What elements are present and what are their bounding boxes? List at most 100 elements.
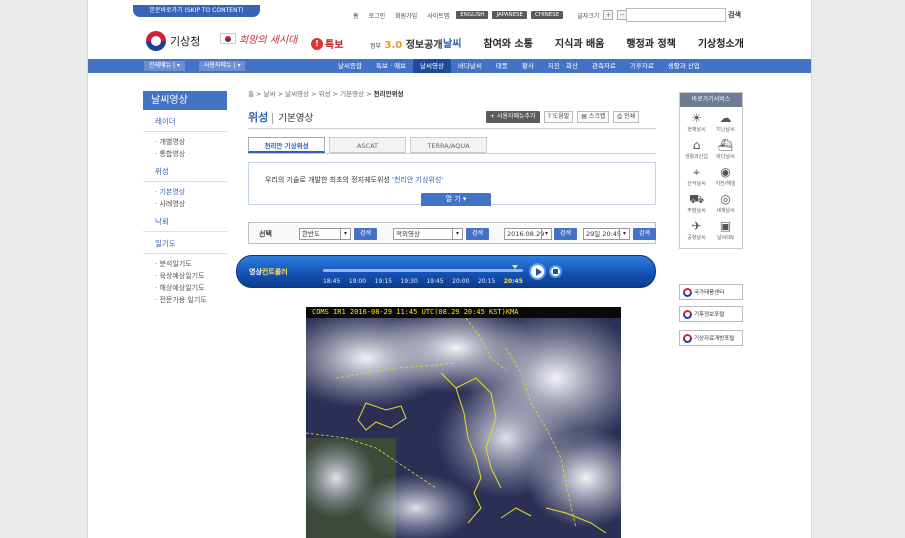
timeline-tick[interactable]: 20:15 bbox=[478, 278, 495, 285]
quick-service-item[interactable]: ✈ 공항날씨 bbox=[682, 219, 711, 246]
quick-service-item[interactable]: ⌖ 산악날씨 bbox=[682, 165, 711, 192]
left-nav-section[interactable]: 위성 bbox=[143, 160, 227, 182]
left-nav-section[interactable]: 레이더 bbox=[143, 110, 227, 132]
sitemap-link[interactable]: 사이트맵 bbox=[424, 11, 452, 20]
quick-service-item[interactable]: ⌂ 생활과산업 bbox=[682, 138, 711, 165]
gnb-weather[interactable]: 날씨 bbox=[443, 35, 461, 50]
timeline-tick[interactable]: 19:30 bbox=[400, 278, 417, 285]
tab-2[interactable]: TERRA/AQUA bbox=[410, 137, 487, 153]
left-nav-section[interactable]: 일기도 bbox=[143, 232, 227, 254]
sub-nav-item[interactable]: 지진 · 화산 bbox=[541, 59, 585, 73]
intro-open-button[interactable]: 열 기 ▾ bbox=[421, 193, 491, 206]
climate-portal-banner[interactable]: 기후정보포털 bbox=[679, 306, 743, 322]
timeline-tick[interactable]: 19:00 bbox=[349, 278, 366, 285]
search-input[interactable] bbox=[626, 8, 726, 22]
user-menu-button[interactable]: 사용자메뉴 | ▾ bbox=[199, 61, 246, 71]
sub-nav-item[interactable]: 날씨종합 bbox=[331, 59, 369, 73]
timeline-tick[interactable]: 20:00 bbox=[452, 278, 469, 285]
kma-logo[interactable]: 기상청 bbox=[146, 31, 200, 51]
quick-service-item[interactable]: ◎ 세계날씨 bbox=[711, 192, 740, 219]
left-nav-item[interactable]: · 육상예상일기도 bbox=[143, 270, 227, 282]
region-select[interactable]: 한반도 ▾ bbox=[299, 228, 351, 240]
breadcrumb-current: 천리안위성 bbox=[373, 90, 404, 98]
satellite-caption: COMS IR1 2016-08-29 11:45 UTC(08.29 20:4… bbox=[306, 307, 621, 318]
open-data-portal-banner[interactable]: 기상자료개방포털 bbox=[679, 330, 743, 346]
sub-nav-item[interactable]: 날씨영상 bbox=[413, 59, 451, 73]
lang-japanese[interactable]: JAPANESE bbox=[492, 11, 528, 19]
quick-service-item[interactable]: ☀ 현재날씨 bbox=[682, 111, 711, 138]
quick-service-label: 세계날씨 bbox=[716, 208, 735, 214]
all-menu-button[interactable]: 전체메뉴 | ▾ bbox=[144, 61, 185, 71]
content-tabs: 천리안 기상위성 ASCAT TERRA/AQUA bbox=[248, 137, 491, 153]
left-nav-item[interactable]: · 분석일기도 bbox=[143, 258, 227, 270]
home-link[interactable]: 홈 bbox=[350, 11, 362, 20]
signup-link[interactable]: 회원가입 bbox=[392, 11, 420, 20]
timeline-tick[interactable]: 19:45 bbox=[426, 278, 443, 285]
left-nav-item[interactable]: · 사례영상 bbox=[143, 198, 227, 210]
date-select[interactable]: 2016.08.29 ▾ bbox=[504, 228, 552, 240]
weather-alert-link[interactable]: ! 특보 bbox=[311, 36, 343, 51]
timeline-tick[interactable]: 20:45 bbox=[504, 278, 523, 285]
gnb-knowledge[interactable]: 지식과 배움 bbox=[555, 35, 604, 50]
timeline-tick[interactable]: 19:15 bbox=[375, 278, 392, 285]
gov30-link[interactable]: 정부 3.0 정보공개 bbox=[370, 36, 443, 51]
print-button[interactable]: ⎙ 인쇄 bbox=[613, 111, 640, 123]
stop-button[interactable] bbox=[549, 265, 562, 278]
timeline-marker-icon[interactable] bbox=[512, 265, 518, 269]
sub-nav-item[interactable]: 관측자료 bbox=[585, 59, 623, 73]
taegeuk-icon bbox=[146, 31, 166, 51]
sub-nav-item[interactable]: 생활과 산업 bbox=[661, 59, 707, 73]
signal-icon: ◉ bbox=[720, 165, 731, 179]
left-nav-item[interactable]: · 기본영상 bbox=[143, 186, 227, 198]
gnb-policy[interactable]: 행정과 정책 bbox=[626, 35, 675, 50]
skip-to-content-link[interactable]: 본문바로가기 (SKIP TO CONTENT) bbox=[133, 5, 260, 17]
utility-bar: 홈 로그인 회원가입 사이트맵 ENGLISH JAPANESE CHINESE… bbox=[350, 8, 628, 22]
tab-0[interactable]: 천리안 기상위성 bbox=[248, 137, 325, 153]
sub-nav-item[interactable]: 특보 · 예보 bbox=[369, 59, 413, 73]
sub-nav-item[interactable]: 바다날씨 bbox=[451, 59, 489, 73]
left-nav-item[interactable]: · 통합영상 bbox=[143, 148, 227, 160]
region-search-button[interactable]: 검색 bbox=[354, 228, 377, 240]
gnb-participation[interactable]: 참여와 소통 bbox=[483, 35, 532, 50]
font-increase-button[interactable]: + bbox=[603, 10, 614, 20]
quick-service-panel: 바로가기서비스 ☀ 현재날씨 ☁ 지난날씨 ⌂ 생활과산업 ⛴ 바다날씨 ⌖ 산악날씨 ◉ 지진/해일… bbox=[679, 92, 743, 249]
lang-english[interactable]: ENGLISH bbox=[456, 11, 489, 19]
ship-icon: ⛴ bbox=[717, 138, 734, 152]
sub-nav-item[interactable]: 태풍 bbox=[489, 59, 515, 73]
satellite-map-graphic bbox=[306, 318, 621, 538]
slogan-banner[interactable]: 희망의 새시대 bbox=[220, 31, 297, 46]
breadcrumb-path[interactable]: 홈 > 날씨 > 날씨영상 > 위성 > 기본영상 > bbox=[248, 90, 374, 98]
quick-service-item[interactable]: ⛟ 주말날씨 bbox=[682, 192, 711, 219]
channel-search-button[interactable]: 검색 bbox=[466, 228, 489, 240]
scrap-button[interactable]: ▤ 스크랩 bbox=[577, 111, 610, 123]
chevron-down-icon: ▾ bbox=[619, 229, 629, 239]
play-button[interactable] bbox=[529, 263, 546, 280]
timeline-tick[interactable]: 18:45 bbox=[323, 278, 340, 285]
intro-text: 우리의 기술로 개발한 최초의 정지궤도위성 '천리안 기상위성' bbox=[265, 175, 443, 185]
tab-1[interactable]: ASCAT bbox=[329, 137, 406, 153]
quick-service-item[interactable]: ◉ 지진/해일 bbox=[711, 165, 740, 192]
quick-service-item[interactable]: ▣ 날씨ON bbox=[711, 219, 740, 246]
sub-nav-item[interactable]: 기후자료 bbox=[623, 59, 661, 73]
login-link[interactable]: 로그인 bbox=[366, 11, 389, 20]
sub-nav-item[interactable]: 황사 bbox=[515, 59, 541, 73]
time-search-button[interactable]: 검색 bbox=[633, 228, 656, 240]
add-user-menu-button[interactable]: + 사용자매뉴추가 bbox=[486, 111, 540, 123]
search-button[interactable]: 검색 bbox=[728, 8, 741, 22]
left-nav-item[interactable]: · 해상예상일기도 bbox=[143, 282, 227, 294]
lang-chinese[interactable]: CHINESE bbox=[531, 11, 564, 19]
left-nav-item[interactable]: · 개별영상 bbox=[143, 136, 227, 148]
channel-select[interactable]: 적외영상 ▾ bbox=[393, 228, 463, 240]
timeline-slider[interactable]: 18:45 19:00 19:15 19:30 19:45 20:00 20:15 20:45 bbox=[323, 261, 523, 285]
date-search-button[interactable]: 검색 bbox=[554, 228, 577, 240]
help-button[interactable]: ? 도움말 bbox=[543, 111, 574, 123]
left-nav-section[interactable]: 낙뢰 bbox=[143, 210, 227, 232]
typhoon-center-banner[interactable]: 국가태풍센터 bbox=[679, 284, 743, 300]
time-select[interactable]: 29일 20:45 ▾ bbox=[583, 228, 630, 240]
gnb-about[interactable]: 기상청소개 bbox=[698, 35, 744, 50]
quick-service-item[interactable]: ☁ 지난날씨 bbox=[711, 111, 740, 138]
controller-label-a: 영상 bbox=[249, 268, 262, 276]
left-nav-item[interactable]: · 전문가용 일기도 bbox=[143, 294, 227, 306]
date-value: 2016.08.29 bbox=[507, 230, 545, 238]
quick-service-item[interactable]: ⛴ 바다날씨 bbox=[711, 138, 740, 165]
